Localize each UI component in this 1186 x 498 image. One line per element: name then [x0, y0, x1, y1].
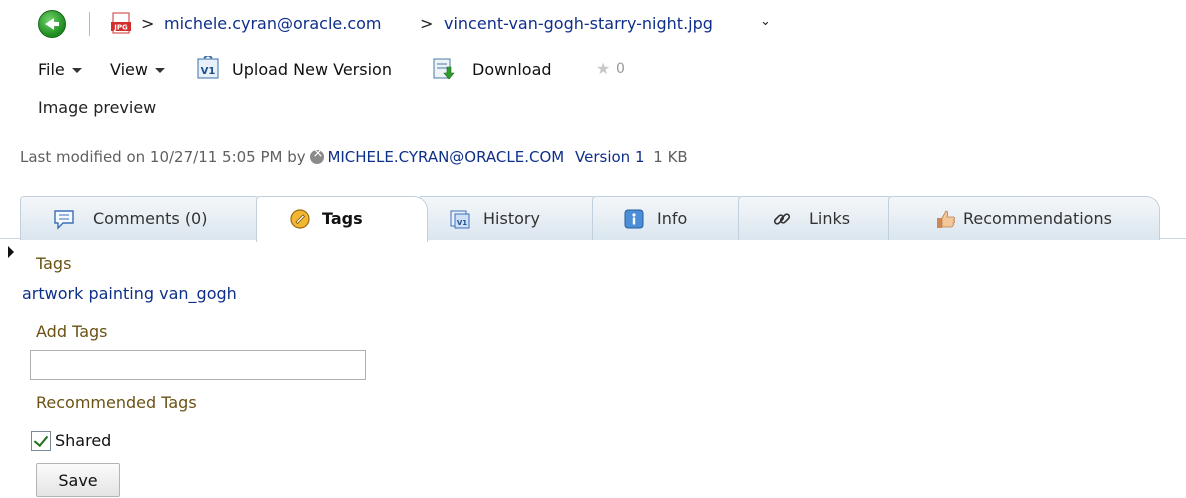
tab-comments[interactable]: Comments (0)	[20, 196, 268, 240]
tags-heading: Tags	[36, 254, 72, 273]
tab-tags-label: Tags	[322, 209, 363, 228]
comment-icon	[54, 210, 74, 230]
divider	[89, 12, 90, 36]
breadcrumb-owner-link[interactable]: michele.cyran@oracle.com	[164, 14, 382, 33]
file-size: 1 KB	[653, 148, 688, 166]
tags-list: artwork painting van_gogh	[22, 284, 237, 303]
download-icon[interactable]	[432, 57, 456, 81]
jpg-file-icon: JPG	[111, 12, 131, 34]
breadcrumb-separator: >	[420, 14, 434, 33]
recommended-tags-heading: Recommended Tags	[36, 393, 197, 412]
chevron-down-icon[interactable]: ⌄	[760, 14, 771, 29]
back-button[interactable]	[38, 10, 66, 38]
breadcrumb-file-link[interactable]: vincent-van-gogh-starry-night.jpg	[444, 14, 713, 33]
tab-comments-label: Comments (0)	[93, 209, 208, 228]
add-tags-input[interactable]	[30, 350, 366, 380]
shared-label: Shared	[55, 431, 112, 450]
version-link[interactable]: Version 1	[575, 148, 644, 166]
detail-tabs: Comments (0) Tags V1 History Info Links	[0, 196, 1186, 242]
tag-link[interactable]: painting	[88, 284, 154, 303]
tab-history[interactable]: V1 History	[418, 196, 606, 240]
file-menu[interactable]: File	[38, 60, 82, 79]
svg-text:JPG: JPG	[113, 24, 128, 32]
tab-info-label: Info	[657, 209, 688, 228]
user-status-icon	[310, 146, 325, 164]
view-menu[interactable]: View	[110, 60, 165, 79]
star-icon[interactable]: ★	[596, 59, 610, 78]
tab-recommendations-label: Recommendations	[963, 209, 1112, 228]
tab-history-label: History	[483, 209, 540, 228]
history-icon: V1	[450, 210, 470, 229]
svg-text:V1: V1	[201, 66, 216, 77]
upload-new-version-button[interactable]: Upload New Version	[232, 60, 392, 79]
shared-checkbox[interactable]	[31, 431, 51, 451]
thumbs-up-icon	[937, 210, 955, 228]
tag-icon	[290, 209, 310, 229]
tab-links[interactable]: Links	[738, 196, 902, 240]
svg-text:V1: V1	[457, 219, 467, 227]
download-button[interactable]: Download	[472, 60, 552, 79]
add-tags-heading: Add Tags	[36, 322, 108, 341]
save-button[interactable]: Save	[36, 463, 120, 497]
tab-tags[interactable]: Tags	[256, 196, 428, 242]
upload-version-icon[interactable]: V1	[196, 56, 220, 80]
image-preview-label: Image preview	[38, 98, 157, 117]
modified-by-user-link[interactable]: MICHELE.CYRAN@ORACLE.COM	[327, 148, 564, 166]
info-icon	[624, 209, 644, 229]
last-modified-info: Last modified on 10/27/11 5:05 PM by MIC…	[20, 146, 688, 166]
link-icon	[773, 213, 791, 225]
tag-link[interactable]: van_gogh	[159, 284, 237, 303]
breadcrumb-separator: >	[141, 14, 155, 33]
expand-panel-toggle[interactable]	[8, 246, 14, 258]
last-modified-text: Last modified on 10/27/11 5:05 PM by	[20, 148, 306, 166]
tab-links-label: Links	[809, 209, 851, 228]
rating-count: 0	[616, 61, 625, 77]
tag-link[interactable]: artwork	[22, 284, 83, 303]
tab-info[interactable]: Info	[592, 196, 752, 240]
tab-recommendations[interactable]: Recommendations	[888, 196, 1160, 240]
